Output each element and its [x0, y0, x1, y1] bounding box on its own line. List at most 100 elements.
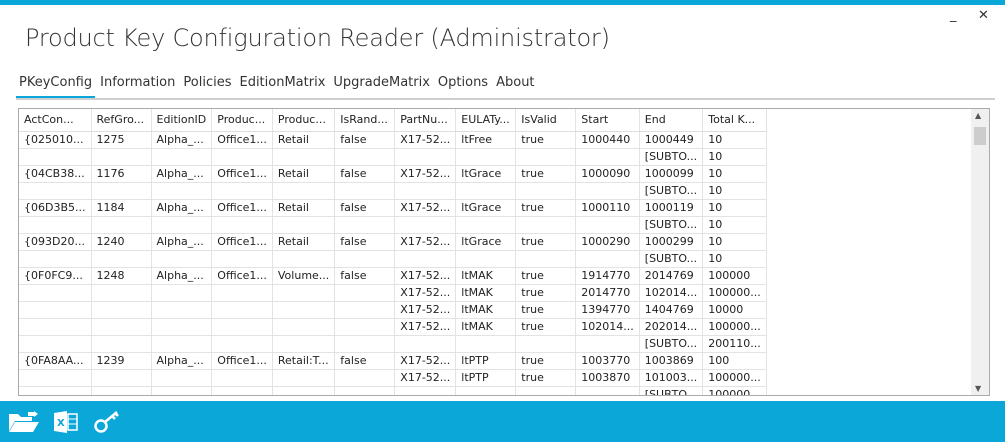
column-header[interactable]: Total K...	[702, 109, 767, 132]
table-cell: 1003770	[575, 352, 640, 370]
table-cell	[334, 301, 396, 319]
table-cell	[455, 182, 517, 200]
tab-editionmatrix[interactable]: EditionMatrix	[236, 75, 328, 99]
table-row[interactable]: {0F0FC9... 1248 Alpha_... Office1... Volume.…	[19, 267, 767, 285]
tab-information[interactable]: Information	[97, 75, 178, 99]
table-cell	[515, 148, 577, 166]
table-cell: Retail	[272, 199, 336, 217]
table-cell	[272, 335, 336, 353]
table-cell: 1240	[91, 233, 152, 251]
scroll-down-arrow-icon[interactable]: ▼	[975, 384, 981, 393]
column-header[interactable]: EditionID	[151, 109, 213, 132]
table-row[interactable]: X17-52... ltPTP true 1003870 101003... 100000…	[19, 369, 767, 387]
column-header[interactable]: IsValid	[515, 109, 577, 132]
scrollbar-thumb[interactable]	[974, 127, 986, 145]
table-row[interactable]: X17-52... ltMAK true 102014... 202014... 1000…	[19, 318, 767, 336]
table-cell	[19, 386, 92, 395]
table-cell	[272, 216, 336, 234]
table-row[interactable]: X17-52... ltMAK true 2014770 102014... 100000…	[19, 284, 767, 302]
table-cell: 10	[702, 165, 767, 183]
column-header[interactable]: RefGro...	[91, 109, 152, 132]
table-cell	[455, 386, 517, 395]
table-row[interactable]: [SUBTO... 10	[19, 250, 767, 268]
tab-options[interactable]: Options	[435, 75, 491, 99]
table-row[interactable]: [SUBTO... 10	[19, 148, 767, 166]
minimize-button[interactable]: _	[950, 8, 957, 23]
table-row[interactable]: {093D20... 1240 Alpha_... Office1... Retail f…	[19, 233, 767, 251]
table-cell: 2014769	[639, 267, 704, 285]
table-row[interactable]: {025010... 1275 Alpha_... Office1... Retail f…	[19, 131, 767, 149]
table-row[interactable]: [SUBTO... 100000...	[19, 386, 767, 395]
table-cell: 100000...	[702, 284, 767, 302]
table-cell: 1275	[91, 131, 152, 149]
table-cell: [SUBTO...	[639, 148, 704, 166]
table-cell	[151, 250, 213, 268]
table-cell	[151, 301, 213, 319]
vertical-scrollbar[interactable]: ▲ ▼	[971, 109, 989, 395]
table-row[interactable]: [SUBTO... 200110...	[19, 335, 767, 353]
table-row[interactable]: [SUBTO... 10	[19, 216, 767, 234]
table-cell	[91, 318, 152, 336]
tab-about[interactable]: About	[493, 75, 537, 99]
table-cell: 200110...	[702, 335, 767, 353]
table-cell: 1000449	[639, 131, 704, 149]
table-cell	[394, 182, 457, 200]
table-row[interactable]: [SUBTO... 10	[19, 182, 767, 200]
column-header[interactable]: IsRand...	[334, 109, 396, 132]
table-cell: [SUBTO...	[639, 250, 704, 268]
table-cell: false	[334, 352, 396, 370]
table-cell	[515, 216, 577, 234]
table-cell: 1003870	[575, 369, 640, 387]
table-cell	[91, 148, 152, 166]
table-cell	[211, 369, 273, 387]
scroll-up-arrow-icon[interactable]: ▲	[975, 111, 981, 120]
table-cell	[575, 182, 640, 200]
table-cell: 10	[702, 182, 767, 200]
table-cell	[394, 216, 457, 234]
product-key-grid[interactable]: ActCon... RefGro... EditionID Produc... Prod…	[18, 108, 990, 396]
table-row[interactable]: {06D3B5... 1184 Alpha_... Office1... Retail f…	[19, 199, 767, 217]
table-cell	[455, 216, 517, 234]
column-header[interactable]: EULATy...	[455, 109, 517, 132]
table-cell: Retail	[272, 165, 336, 183]
table-cell	[211, 335, 273, 353]
table-cell	[211, 284, 273, 302]
table-row[interactable]: {0FA8AA... 1239 Alpha_... Office1... Retail:…	[19, 352, 767, 370]
table-header-row: ActCon... RefGro... EditionID Produc... Prod…	[19, 109, 767, 132]
tab-pkeyconfig[interactable]: PKeyConfig	[16, 75, 96, 99]
column-header[interactable]: Start	[575, 109, 640, 132]
table-cell	[151, 216, 213, 234]
table-cell	[91, 284, 152, 302]
table-cell: 1000099	[639, 165, 704, 183]
excel-icon[interactable]: X	[53, 410, 83, 434]
window-title: Product Key Configuration Reader (Admini…	[25, 24, 610, 52]
column-header[interactable]: Produc...	[211, 109, 273, 132]
table-cell	[334, 386, 396, 395]
table-cell: ltMAK	[455, 318, 517, 336]
key-icon[interactable]	[93, 410, 123, 434]
table-cell: Retail	[272, 233, 336, 251]
column-header[interactable]: Produc...	[272, 109, 336, 132]
table-cell	[19, 216, 92, 234]
table-cell	[272, 284, 336, 302]
table-cell: 1003869	[639, 352, 704, 370]
table-cell	[334, 284, 396, 302]
top-accent-bar	[0, 0, 1005, 5]
table-cell: ltMAK	[455, 301, 517, 319]
close-button[interactable]: ✕	[978, 8, 989, 23]
table-cell: 102014...	[639, 284, 704, 302]
table-row[interactable]: {04CB38... 1176 Alpha_... Office1... Retail f…	[19, 165, 767, 183]
column-header[interactable]: ActCon...	[19, 109, 92, 132]
table-cell: X17-52...	[394, 233, 457, 251]
table-cell	[211, 148, 273, 166]
column-header[interactable]: PartNu...	[394, 109, 457, 132]
table-row[interactable]: X17-52... ltMAK true 1394770 1404769 10000	[19, 301, 767, 319]
tab-upgradematrix[interactable]: UpgradeMatrix	[330, 75, 433, 99]
table-cell	[211, 216, 273, 234]
folder-open-icon[interactable]	[8, 410, 39, 434]
table-cell: Alpha_...	[151, 131, 213, 149]
table-cell: 101003...	[639, 369, 704, 387]
table-cell: {0F0FC9...	[19, 267, 92, 285]
tab-policies[interactable]: Policies	[180, 75, 234, 99]
column-header[interactable]: End	[639, 109, 704, 132]
